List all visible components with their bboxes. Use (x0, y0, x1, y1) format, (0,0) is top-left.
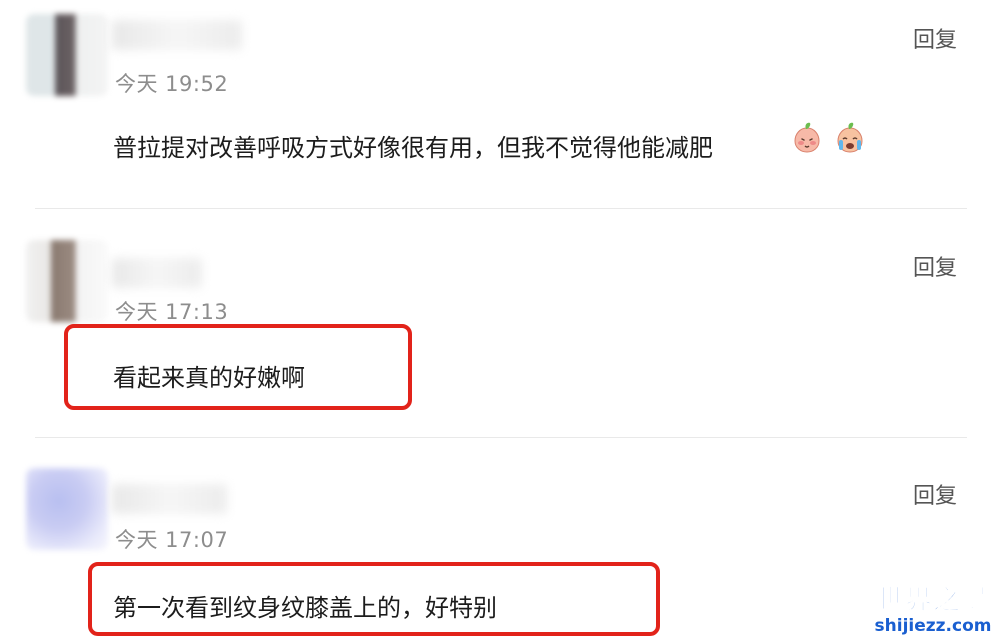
reply-button[interactable]: 回复 (913, 250, 957, 282)
username-blurred (112, 20, 242, 50)
avatar[interactable] (26, 468, 108, 550)
divider (35, 208, 967, 209)
avatar[interactable] (26, 240, 108, 322)
watermark-domain: shijiezz.com (874, 616, 992, 636)
watermark-title: 世界之最 (877, 585, 989, 616)
reply-button[interactable]: 回复 (913, 22, 957, 54)
reply-button[interactable]: 回复 (913, 478, 957, 510)
comment-text: 普拉提对改善呼吸方式好像很有用，但我不觉得他能减肥 (113, 134, 713, 162)
username-blurred (112, 484, 227, 514)
peach-blush-emoji (794, 122, 820, 153)
comment-timestamp: 今天 17:07 (115, 528, 229, 552)
comment-timestamp: 今天 19:52 (115, 72, 229, 96)
watermark: 世界之最 shijiezz.com (872, 585, 994, 636)
comment-timestamp: 今天 17:13 (115, 300, 229, 324)
comment-text: 第一次看到纹身纹膝盖上的，好特别 (113, 594, 497, 622)
divider (35, 437, 967, 438)
peach-crying-emoji (837, 122, 863, 153)
comment-text: 看起来真的好嫩啊 (113, 364, 305, 392)
avatar[interactable] (26, 14, 108, 96)
username-blurred (112, 258, 202, 288)
